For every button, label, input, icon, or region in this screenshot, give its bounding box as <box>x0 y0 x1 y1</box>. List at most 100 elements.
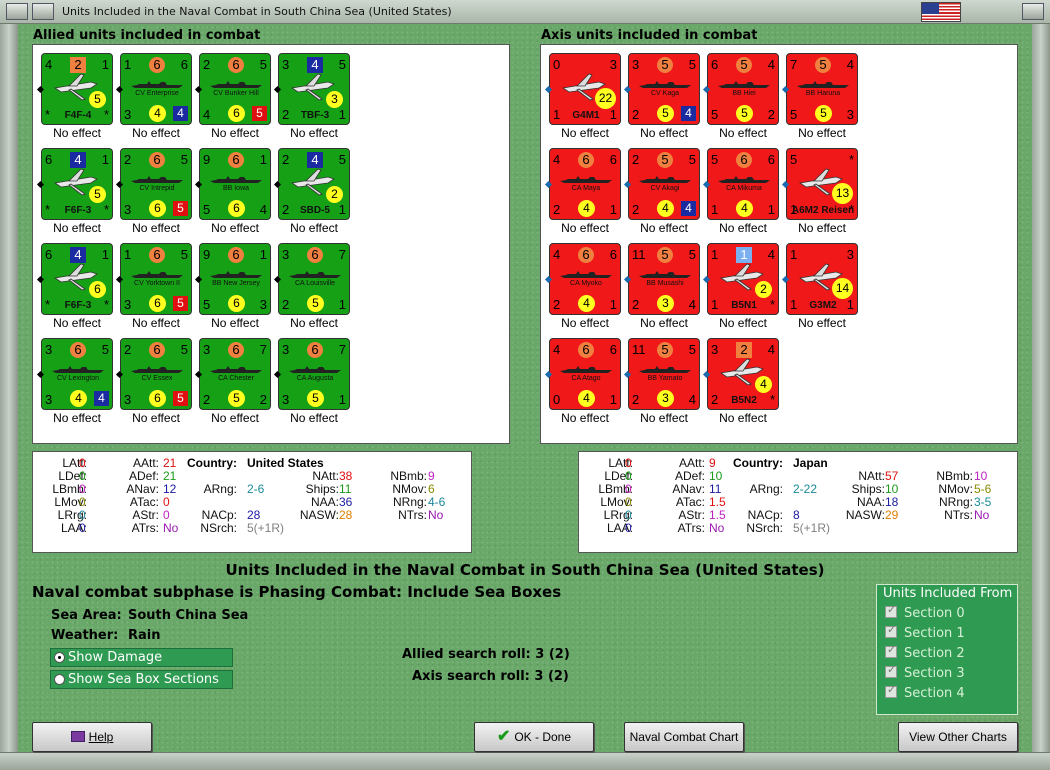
axis-latt: 0 <box>625 456 632 470</box>
unit-effect-label: No effect <box>53 126 101 140</box>
unit-top-value: 4 <box>70 247 86 263</box>
axis-units-panel: 0 3 1 G4M1 22 1 No effect 3 5 2 5 CV Kaga 5 4 No effec… <box>540 44 1018 444</box>
unit-top-value: 5 <box>657 342 673 358</box>
section-3-checkbox[interactable]: Section 3 <box>885 663 965 681</box>
unit-top-value: 6 <box>70 342 86 358</box>
unit-effect-label: No effect <box>640 221 688 235</box>
allied-unit-counter[interactable]: 2 5 4 6 CV Bunker Hill 6 5 <box>199 53 271 125</box>
window-title: Units Included in the Naval Combat in So… <box>62 5 452 18</box>
weather-label: Weather: <box>51 628 119 643</box>
allied-unit-counter[interactable]: 6 1 * 4 F6F-3 5 * <box>41 148 113 220</box>
unit-effect-label: No effect <box>211 411 259 425</box>
allied-nrng: 4-6 <box>428 495 446 509</box>
axis-nacp: 8 <box>793 508 800 522</box>
unit-top-value: 5 <box>736 57 752 73</box>
axis-unit-counter[interactable]: 4 6 0 6 CA Atago 4 1 <box>549 338 621 410</box>
unit-top-value: 6 <box>578 342 594 358</box>
axis-unit-counter[interactable]: 11 5 2 5 BB Yamato 3 4 <box>628 338 700 410</box>
axis-heading: Axis units included in combat <box>541 28 758 43</box>
axis-ships: 10 <box>885 482 899 496</box>
close-icon[interactable] <box>1022 3 1044 20</box>
axis-unit-counter[interactable]: 0 3 1 G4M1 22 1 <box>549 53 621 125</box>
unit-top-value: 6 <box>149 152 165 168</box>
allied-units-panel: 4 1 * 2 F4F-4 5 * No effect 1 6 3 6 CV Enterprise 4 4 N… <box>32 44 510 444</box>
unit-top-value: 1 <box>736 247 752 263</box>
ship-silhouette-icon <box>560 176 612 183</box>
unit-effect-label: No effect <box>640 126 688 140</box>
unit-effect-label: No effect <box>211 316 259 330</box>
allied-unit-counter[interactable]: 9 1 5 6 BB Iowa 6 4 <box>199 148 271 220</box>
unit-effect-label: No effect <box>719 221 767 235</box>
axis-unit-counter[interactable]: 3 5 2 5 CV Kaga 5 4 <box>628 53 700 125</box>
view-other-charts-button[interactable]: View Other Charts <box>898 722 1018 752</box>
ship-silhouette-icon <box>639 81 691 88</box>
naval-combat-chart-button[interactable]: Naval Combat Chart <box>624 722 744 752</box>
show-sea-box-sections-radio[interactable]: Show Sea Box Sections <box>50 670 233 689</box>
minimize-icon[interactable] <box>32 3 54 20</box>
axis-atac: 1.5 <box>709 495 726 509</box>
allied-stats-panel: LAtt: 0 LDef: 0 LBmb: 0 LMov: 0 LRrg: 0 LAA: 0… <box>32 451 472 553</box>
ship-silhouette-icon <box>131 366 183 373</box>
axis-ldef: 0 <box>625 469 632 483</box>
allied-unit-counter[interactable]: 3 7 2 6 CA Louisville 5 1 <box>278 243 350 315</box>
allied-unit-counter[interactable]: 3 5 3 6 CV Lexington 4 4 <box>41 338 113 410</box>
axis-atrs: No <box>709 521 725 535</box>
allied-country: United States <box>247 456 324 470</box>
axis-unit-counter[interactable]: 3 4 2 2 B5N2 4 * <box>707 338 779 410</box>
unit-top-value: 6 <box>228 152 244 168</box>
ok-done-button[interactable]: ✔ OK - Done <box>474 722 594 752</box>
section-1-checkbox[interactable]: Section 1 <box>885 623 965 641</box>
allied-unit-counter[interactable]: 2 5 3 6 CV Essex 6 5 <box>120 338 192 410</box>
axis-unit-counter[interactable]: 6 4 5 5 BB Hiei 5 2 <box>707 53 779 125</box>
show-sections-label: Show Sea Box Sections <box>68 672 219 687</box>
axis-unit-counter[interactable]: 4 6 2 6 CA Myoko 4 1 <box>549 243 621 315</box>
allied-unit-counter[interactable]: 1 5 3 6 CV Yorktown II 6 5 <box>120 243 192 315</box>
ship-silhouette-icon <box>210 271 262 278</box>
left-border <box>0 24 18 769</box>
ship-silhouette-icon <box>639 271 691 278</box>
section-4-checkbox[interactable]: Section 4 <box>885 683 965 701</box>
allied-latt: 0 <box>79 456 86 470</box>
axis-nrng: 3-5 <box>974 495 992 509</box>
axis-unit-counter[interactable]: 1 3 1 G3M2 14 1 <box>786 243 858 315</box>
axis-nsrch: 5(+1R) <box>793 521 831 535</box>
unit-top-value: 6 <box>149 247 165 263</box>
show-damage-radio[interactable]: Show Damage <box>50 648 233 667</box>
ship-silhouette-icon <box>639 366 691 373</box>
radio-selected-icon <box>54 652 65 663</box>
ship-silhouette-icon <box>52 366 104 373</box>
section-2-checkbox[interactable]: Section 2 <box>885 643 965 661</box>
axis-unit-counter[interactable]: 1 4 1 1 B5N1 2 * <box>707 243 779 315</box>
axis-unit-counter[interactable]: 5 6 1 6 CA Mikuma 4 1 <box>707 148 779 220</box>
allied-unit-counter[interactable]: 2 5 3 6 CV Intrepid 6 5 <box>120 148 192 220</box>
checkbox-icon <box>885 683 897 698</box>
unit-top-value: 5 <box>657 57 673 73</box>
unit-top-value: 6 <box>228 57 244 73</box>
axis-unit-counter[interactable]: 2 5 2 5 CV Akagi 4 4 <box>628 148 700 220</box>
allied-unit-counter[interactable]: 2 5 2 4 SBD-5 2 1 <box>278 148 350 220</box>
allied-aatt: 21 <box>163 456 177 470</box>
unit-top-value: 6 <box>307 247 323 263</box>
allied-unit-counter[interactable]: 6 1 * 4 F6F-3 6 * <box>41 243 113 315</box>
ship-silhouette-icon <box>131 81 183 88</box>
axis-unit-counter[interactable]: 5 * 1 A6M2 Reisen 13 * <box>786 148 858 220</box>
center-title: Units Included in the Naval Combat in So… <box>225 561 825 579</box>
axis-unit-counter[interactable]: 4 6 2 6 CA Maya 4 1 <box>549 148 621 220</box>
allied-atrs: No <box>163 521 179 535</box>
allied-unit-counter[interactable]: 1 6 3 6 CV Enterprise 4 4 <box>120 53 192 125</box>
allied-unit-counter[interactable]: 3 7 3 6 CA Augusta 5 1 <box>278 338 350 410</box>
section-0-checkbox[interactable]: Section 0 <box>885 603 965 621</box>
right-border <box>1032 24 1050 769</box>
window-menu-icon[interactable] <box>6 3 28 20</box>
checkbox-icon <box>885 623 897 638</box>
allied-unit-counter[interactable]: 3 7 2 6 CA Chester 5 2 <box>199 338 271 410</box>
unit-effect-label: No effect <box>798 126 846 140</box>
allied-unit-counter[interactable]: 4 1 * 2 F4F-4 5 * <box>41 53 113 125</box>
axis-unit-counter[interactable]: 11 5 2 5 BB Musashi 3 4 <box>628 243 700 315</box>
axis-stats-panel: LAtt: 0 LDef: 0 LBmb: 0 LMov: 0 LRrg: 0 LAA: 0… <box>578 451 1018 553</box>
allied-unit-counter[interactable]: 3 5 2 4 TBF-3 3 1 <box>278 53 350 125</box>
axis-unit-counter[interactable]: 7 4 5 5 BB Haruna 5 3 <box>786 53 858 125</box>
help-button[interactable]: Help <box>32 722 152 752</box>
allied-unit-counter[interactable]: 9 1 5 6 BB New Jersey 6 3 <box>199 243 271 315</box>
unit-effect-label: No effect <box>53 411 101 425</box>
